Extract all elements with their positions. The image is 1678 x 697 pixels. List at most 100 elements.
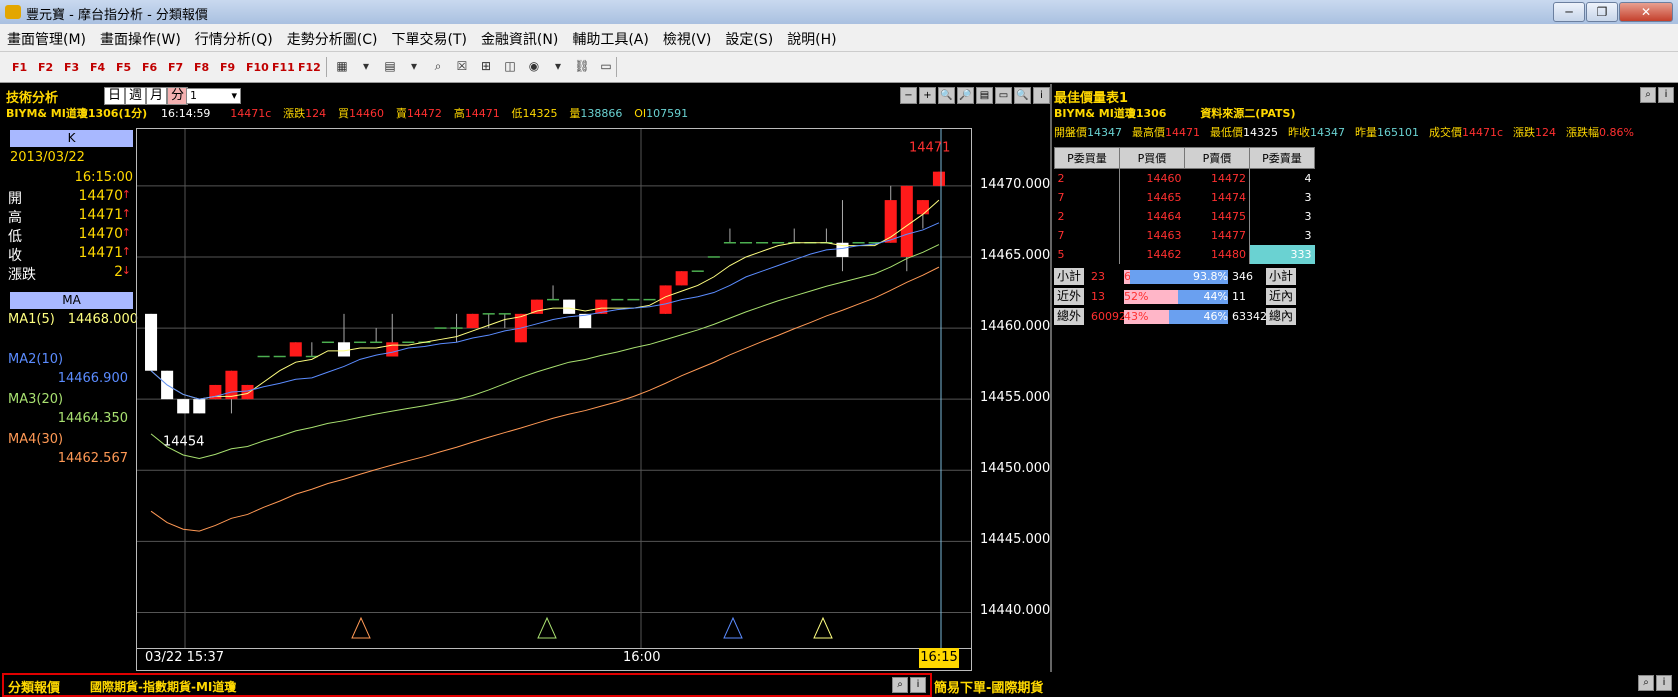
quick-order-tab[interactable]: 簡易下單-國際期貨 ⌕ i bbox=[932, 675, 1676, 696]
window-icon[interactable]: ▭ bbox=[598, 59, 614, 73]
coin-icon[interactable]: ◉ bbox=[526, 59, 542, 73]
function-key-f3[interactable]: F3 bbox=[64, 61, 79, 74]
table-row[interactable]: 5 14462 14480 333 bbox=[1054, 245, 1315, 264]
function-key-f2[interactable]: F2 bbox=[38, 61, 53, 74]
low-label: 低 bbox=[511, 107, 523, 120]
column-header[interactable]: P賣價 bbox=[1184, 147, 1250, 169]
search-icon[interactable]: ⌕ bbox=[430, 59, 446, 73]
close-box-icon[interactable]: ☒ bbox=[454, 59, 470, 73]
quote-symbol: BIYM& MI道瓊1306 bbox=[1054, 107, 1167, 120]
period-button[interactable]: 分 bbox=[167, 87, 188, 105]
menu-item[interactable]: 說明(H) bbox=[780, 24, 843, 49]
menu-item[interactable]: 設定(S) bbox=[718, 24, 780, 49]
menu-item[interactable]: 畫面管理(M) bbox=[0, 24, 93, 49]
table-cell: 4 bbox=[1304, 172, 1312, 185]
candle-body bbox=[241, 384, 254, 400]
info-icon[interactable]: i bbox=[1033, 87, 1050, 104]
table-cell: 3 bbox=[1304, 191, 1312, 204]
menu-item[interactable]: 畫面操作(W) bbox=[93, 24, 188, 49]
menu-item[interactable]: 行情分析(Q) bbox=[188, 24, 280, 49]
period-select[interactable]: 1 ▾ bbox=[186, 88, 241, 104]
list-icon[interactable]: ▤ bbox=[976, 87, 993, 104]
candle-body bbox=[337, 342, 351, 357]
menu-item[interactable]: 金融資訊(N) bbox=[474, 24, 565, 49]
search-icon[interactable]: ⌕ bbox=[1638, 675, 1654, 691]
quote-stats: 開盤價14347 最高價14471 最低價14325 昨收14347 昨量165101 成… bbox=[1054, 124, 1634, 140]
k-time: 16:15:00 bbox=[74, 170, 133, 185]
stat-label: 最高價 bbox=[1132, 126, 1165, 139]
period-button[interactable]: 日 bbox=[104, 87, 125, 105]
function-key-f5[interactable]: F5 bbox=[116, 61, 131, 74]
summary-bar-left: 52% bbox=[1124, 290, 1179, 304]
candle-body bbox=[932, 171, 945, 186]
y-tick-label: 14440.000 bbox=[980, 603, 1051, 619]
table-row[interactable]: 2 14460 14472 4 bbox=[1054, 168, 1315, 188]
table-row[interactable]: 7 14465 14474 3 bbox=[1054, 188, 1315, 207]
category-quote-tab[interactable]: 分類報價 國際期貨-指數期貨-MI道瓊 ⌕ i bbox=[2, 673, 932, 697]
close-button[interactable]: ✕ bbox=[1619, 2, 1673, 22]
info-icon[interactable]: i bbox=[910, 677, 926, 693]
function-key-f1[interactable]: F1 bbox=[12, 61, 27, 74]
function-key-f6[interactable]: F6 bbox=[142, 61, 157, 74]
ma-value: 14462.567 bbox=[57, 451, 128, 466]
expand-icon[interactable]: ⊞ bbox=[478, 59, 494, 73]
search-icon[interactable]: 🔍 bbox=[1014, 87, 1031, 104]
function-key-f8[interactable]: F8 bbox=[194, 61, 209, 74]
search-icon[interactable]: ⌕ bbox=[892, 677, 908, 693]
table-row[interactable]: 2 14464 14475 3 bbox=[1054, 207, 1315, 226]
info-icon[interactable]: i bbox=[1658, 87, 1674, 103]
category-quote-title: 分類報價 bbox=[8, 681, 61, 696]
chevron-down-icon: ▾ bbox=[231, 89, 237, 102]
candle-body bbox=[563, 299, 576, 314]
title-bar: 豐元寶 - 摩台指分析 - 分類報價 ─ ❐ ✕ bbox=[0, 0, 1678, 24]
menu-item[interactable]: 走勢分析圖(C) bbox=[280, 24, 385, 49]
dropdown-arrow-icon[interactable]: ▾ bbox=[358, 59, 374, 73]
summary-left-value: 23 bbox=[1091, 270, 1105, 283]
stat-label: 漲跌幅 bbox=[1566, 126, 1600, 139]
grid-icon[interactable]: ▦ bbox=[334, 59, 350, 73]
info-icon[interactable]: i bbox=[1656, 675, 1672, 691]
x-label-mid: 16:00 bbox=[623, 650, 661, 665]
menu-item[interactable]: 輔助工具(A) bbox=[565, 24, 656, 49]
zoom-in-icon[interactable]: + bbox=[919, 87, 936, 104]
stat-value: 14471c bbox=[1462, 126, 1504, 139]
k-row: 開 14470 ↑ bbox=[8, 188, 133, 207]
candle-body bbox=[916, 200, 929, 215]
minimize-button[interactable]: ─ bbox=[1553, 2, 1585, 22]
column-header[interactable]: P委賣量 bbox=[1249, 147, 1315, 169]
function-key-f9[interactable]: F9 bbox=[220, 61, 235, 74]
function-key-f12[interactable]: F12 bbox=[298, 61, 321, 74]
stat-label: 開盤價 bbox=[1054, 126, 1087, 139]
table-row[interactable]: 7 14463 14477 3 bbox=[1054, 226, 1315, 245]
function-key-f7[interactable]: F7 bbox=[168, 61, 183, 74]
magnify-minus-icon[interactable]: 🔎 bbox=[957, 87, 974, 104]
column-header[interactable]: P買價 bbox=[1119, 147, 1185, 169]
split-icon[interactable]: ◫ bbox=[502, 59, 518, 73]
ma-header: MA bbox=[10, 292, 133, 309]
link-icon[interactable]: ⛓ bbox=[574, 59, 590, 73]
function-key-f11[interactable]: F11 bbox=[272, 61, 295, 74]
function-key-f4[interactable]: F4 bbox=[90, 61, 105, 74]
column-header[interactable]: P委買量 bbox=[1054, 147, 1120, 169]
summary-right-value: 346 bbox=[1232, 270, 1253, 283]
chart-settings-icon[interactable]: ▤ bbox=[382, 59, 398, 73]
table-cell: 3 bbox=[1304, 229, 1312, 242]
period-button[interactable]: 週 bbox=[125, 87, 146, 105]
maximize-button[interactable]: ❐ bbox=[1586, 2, 1618, 22]
ma-label: MA4(30) bbox=[8, 432, 64, 447]
period-button[interactable]: 月 bbox=[146, 87, 167, 105]
candlestick-chart[interactable]: 14454 14471 bbox=[136, 128, 972, 649]
dropdown-arrow-icon[interactable]: ▾ bbox=[550, 59, 566, 73]
search-icon[interactable]: ⌕ bbox=[1640, 87, 1656, 103]
stat-label: 昨量 bbox=[1355, 126, 1377, 139]
menu-item[interactable]: 檢視(V) bbox=[656, 24, 719, 49]
dropdown-arrow-icon[interactable]: ▾ bbox=[406, 59, 422, 73]
magnify-icon[interactable]: 🔍 bbox=[938, 87, 955, 104]
x-label-cursor: 16:15 bbox=[919, 648, 959, 668]
zoom-out-icon[interactable]: − bbox=[900, 87, 917, 104]
menu-item[interactable]: 下單交易(T) bbox=[384, 24, 473, 49]
summary-right-pct: 44% bbox=[1203, 290, 1228, 303]
function-key-f10[interactable]: F10 bbox=[246, 61, 269, 74]
window-icon[interactable]: ▭ bbox=[995, 87, 1012, 104]
ma-value: 14468.000 bbox=[67, 312, 138, 327]
